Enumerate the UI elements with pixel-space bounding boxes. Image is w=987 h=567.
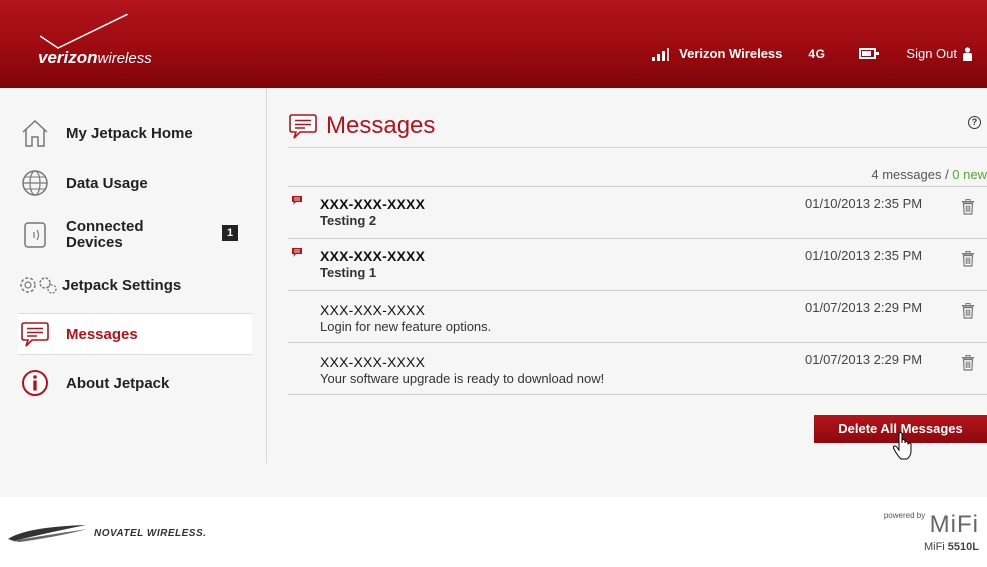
- message-subject: Testing 2: [320, 213, 377, 228]
- message-subject: Login for new feature options.: [320, 319, 492, 334]
- sidebar-item-about[interactable]: About Jetpack: [18, 358, 252, 408]
- info-icon: [18, 366, 52, 400]
- mifi-branding: powered by MiFi MiFi 5510L: [884, 511, 979, 553]
- message-subject: Your software upgrade is ready to downlo…: [320, 371, 605, 386]
- sign-out-label: Sign Out: [906, 46, 957, 61]
- home-icon: [18, 116, 52, 150]
- message-count-new: 0 new: [952, 167, 987, 182]
- message-count: 4 messages / 0 new: [288, 148, 987, 186]
- message-subject: Testing 1: [320, 265, 377, 280]
- brand-sub: wireless: [97, 50, 152, 67]
- connected-count-badge: 1: [222, 225, 238, 241]
- trash-icon[interactable]: [961, 303, 975, 319]
- verizon-logo[interactable]: verizonwireless: [38, 48, 152, 68]
- message-row[interactable]: XXX-XXX-XXXX Testing 1 01/10/2013 2:35 P…: [288, 238, 987, 290]
- messages-panel: Messages ? 4 messages / 0 new XXX-XXX-XX…: [288, 104, 987, 395]
- trash-icon[interactable]: [961, 199, 975, 215]
- message-sender: XXX-XXX-XXXX: [320, 248, 426, 264]
- model-number-value: 5510L: [947, 541, 979, 553]
- powered-by-text: powered by: [883, 511, 926, 520]
- message-date: 01/07/2013 2:29 PM: [805, 352, 923, 367]
- hand-cursor-icon: [892, 432, 912, 460]
- message-row[interactable]: XXX-XXX-XXXX Your software upgrade is re…: [288, 342, 987, 394]
- list-divider: [288, 394, 987, 395]
- message-sender: XXX-XXX-XXXX: [320, 196, 426, 212]
- sidebar-item-home[interactable]: My Jetpack Home: [18, 108, 252, 158]
- message-sender: XXX-XXX-XXXX: [320, 354, 426, 370]
- sidebar-nav: My Jetpack Home Data Usage Connected Dev…: [18, 104, 252, 408]
- message-icon: [18, 317, 52, 351]
- unread-message-icon: [292, 196, 302, 205]
- trash-icon[interactable]: [961, 251, 975, 267]
- sidebar-item-label: Messages: [66, 325, 138, 343]
- novatel-text: NOVATEL WIRELESS.: [94, 527, 207, 539]
- verizon-check-icon: [40, 14, 128, 49]
- page-header: Messages: [288, 104, 987, 148]
- unread-message-icon: [292, 248, 302, 257]
- message-date: 01/10/2013 2:35 PM: [805, 196, 923, 211]
- header-bar: verizonwireless Verizon Wireless 4G Sign…: [0, 0, 987, 88]
- model-number: MiFi 5510L: [884, 541, 979, 553]
- footer: NOVATEL WIRELESS. powered by MiFi MiFi 5…: [0, 497, 987, 567]
- sidebar-divider: [266, 88, 267, 463]
- sidebar-item-label: About Jetpack: [66, 374, 170, 392]
- message-date: 01/10/2013 2:35 PM: [805, 248, 923, 263]
- sidebar-item-label: Jetpack Settings: [62, 276, 182, 294]
- sidebar-item-settings[interactable]: Jetpack Settings: [18, 262, 252, 308]
- message-row[interactable]: XXX-XXX-XXXX Login for new feature optio…: [288, 290, 987, 342]
- mifi-logo: MiFi: [929, 511, 979, 538]
- novatel-swoosh-icon: [8, 525, 88, 542]
- brand-main: verizon: [38, 48, 98, 67]
- sidebar-item-connected-devices[interactable]: Connected Devices 1: [18, 208, 252, 262]
- message-date: 01/07/2013 2:29 PM: [805, 300, 923, 315]
- user-icon: [963, 46, 972, 61]
- battery-icon: [859, 48, 880, 59]
- trash-icon[interactable]: [961, 355, 975, 371]
- model-prefix: MiFi: [923, 541, 948, 553]
- signal-strength-icon: [652, 47, 671, 61]
- sidebar-item-label: Data Usage: [66, 174, 148, 192]
- sidebar-item-label: My Jetpack Home: [66, 124, 193, 142]
- sign-out-button[interactable]: Sign Out: [906, 46, 973, 61]
- gears-icon: [18, 268, 58, 302]
- novatel-logo: NOVATEL WIRELESS.: [6, 523, 206, 543]
- message-title-icon: [289, 113, 317, 139]
- sidebar-item-messages[interactable]: Messages: [18, 313, 252, 355]
- message-count-separator: /: [941, 167, 953, 182]
- device-icon: [18, 218, 52, 252]
- message-count-total: 4 messages: [871, 167, 942, 182]
- network-type: 4G: [808, 46, 826, 61]
- carrier-name: Verizon Wireless: [679, 46, 783, 61]
- help-icon[interactable]: ?: [968, 116, 981, 129]
- sidebar-item-label: Connected Devices: [66, 218, 144, 251]
- page-title: Messages: [326, 111, 436, 139]
- message-sender: XXX-XXX-XXXX: [320, 302, 426, 318]
- message-row[interactable]: XXX-XXX-XXXX Testing 2 01/10/2013 2:35 P…: [288, 186, 987, 238]
- sidebar-item-data-usage[interactable]: Data Usage: [18, 158, 252, 208]
- globe-icon: [18, 166, 52, 200]
